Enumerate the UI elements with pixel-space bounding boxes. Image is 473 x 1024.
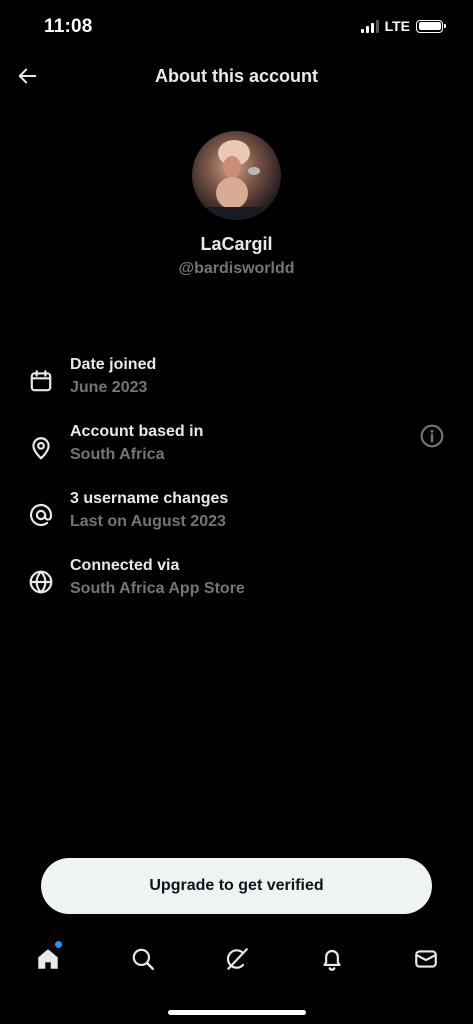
row-title: Connected via [70,557,180,574]
location-pin-icon [32,437,50,460]
about-account-screen: 11:08 LTE About this account LaCargil @b… [0,0,473,1024]
avatar-image [192,140,281,220]
cellular-signal-icon [360,19,379,33]
header: About this account [0,56,473,96]
home-indicator[interactable] [168,1010,306,1015]
nav-home[interactable] [33,941,63,974]
at-sign-icon [29,503,53,526]
status-bar: 11:08 LTE [0,0,473,52]
nav-messages[interactable] [411,944,441,974]
page-title: About this account [155,66,318,86]
row-title: Date joined [70,356,157,373]
nav-notifications[interactable] [317,944,347,974]
bell-icon [323,949,341,971]
search-icon [132,948,154,970]
nav-search[interactable] [128,944,158,974]
row-title: Account based in [70,423,204,440]
row-subtitle: June 2023 [70,379,148,396]
grok-icon [226,948,248,970]
info-row-username-changes: 3 username changes Last on August 2023 [0,490,473,546]
bottom-navigation [0,940,473,980]
battery-icon [416,19,446,33]
info-circle-icon[interactable] [419,423,445,449]
row-title: 3 username changes [70,490,229,507]
row-subtitle: South Africa [70,446,165,463]
avatar[interactable] [192,131,281,220]
globe-icon [29,570,53,594]
status-indicators: LTE [360,18,446,34]
nav-grok[interactable] [222,944,252,974]
upgrade-verified-button[interactable]: Upgrade to get verified [41,858,432,914]
calendar-icon [30,370,52,392]
home-icon [38,949,58,969]
row-subtitle: South Africa App Store [70,580,245,597]
info-row-connected-via: Connected via South Africa App Store [0,557,473,613]
username-handle: @bardisworldd [178,260,295,277]
mail-icon [415,950,437,968]
info-row-account-based-in: Account based in South Africa [0,423,473,479]
info-row-date-joined: Date joined June 2023 [0,356,473,412]
network-type: LTE [384,18,410,34]
display-name: LaCargil [200,234,273,254]
row-subtitle: Last on August 2023 [70,513,226,530]
notification-dot [55,941,62,948]
status-time: 11:08 [44,16,93,37]
